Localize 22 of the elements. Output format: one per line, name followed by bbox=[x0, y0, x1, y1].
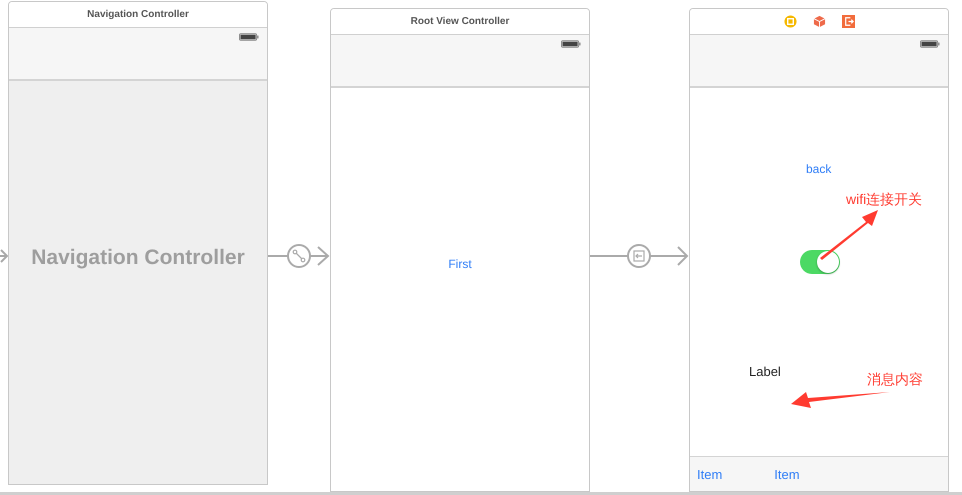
cube-icon[interactable] bbox=[812, 15, 826, 28]
placeholder-title: Navigation Controller bbox=[31, 246, 245, 270]
battery-icon bbox=[561, 40, 581, 48]
segue-arrow[interactable] bbox=[590, 241, 690, 271]
view-controller-icon[interactable] bbox=[784, 15, 796, 28]
annotation-text: 消息内容 bbox=[867, 371, 923, 389]
back-button[interactable]: back bbox=[806, 162, 832, 176]
segue-arrow[interactable] bbox=[268, 241, 330, 271]
scene-frame[interactable]: Navigation Controller Navigation Controller bbox=[8, 1, 268, 485]
toggle-switch[interactable] bbox=[800, 250, 840, 274]
scene-title: Root View Controller bbox=[410, 16, 510, 27]
scene-title: Navigation Controller bbox=[87, 9, 189, 20]
tab-bar-item[interactable]: Item bbox=[697, 466, 722, 482]
message-label: Label bbox=[749, 364, 781, 379]
entry-arrow-icon bbox=[0, 248, 8, 264]
exit-icon[interactable] bbox=[842, 15, 854, 28]
scene-frame[interactable]: Root View Controller First bbox=[330, 8, 590, 492]
tab-bar-item[interactable]: Item bbox=[774, 466, 800, 482]
battery-icon bbox=[239, 33, 259, 41]
annotation-text: wifi连接开关 bbox=[846, 191, 922, 209]
battery-icon bbox=[920, 40, 940, 48]
first-button[interactable]: First bbox=[448, 257, 472, 271]
